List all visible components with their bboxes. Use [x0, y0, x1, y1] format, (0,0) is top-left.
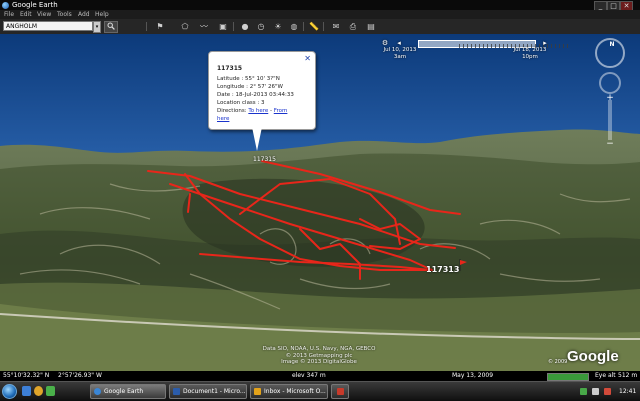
- menu-file[interactable]: File: [4, 10, 14, 19]
- add-placemark-icon[interactable]: ⚑: [155, 22, 165, 31]
- streaming-progress-fill: [548, 374, 588, 380]
- toolbar-separator: [146, 22, 147, 31]
- security-icon[interactable]: [604, 388, 611, 395]
- balloon-date: Date : 18-Jul-2013 03:44:33: [217, 92, 294, 98]
- attribution-line: Data SIO, NOAA, U.S. Navy, NGA, GEBCO: [262, 346, 376, 352]
- network-icon[interactable]: [580, 388, 587, 395]
- close-icon[interactable]: ✕: [304, 55, 311, 63]
- directions-to-here-link[interactable]: To here: [248, 108, 268, 114]
- menu-bar: File Edit View Tools Add Help: [0, 10, 640, 19]
- directions-label: Directions:: [217, 108, 247, 114]
- google-earth-icon: [94, 388, 101, 395]
- print-icon[interactable]: ⎙: [348, 22, 358, 31]
- system-tray: 12:41: [540, 382, 640, 401]
- google-logo: Google: [567, 348, 619, 365]
- taskbar-item-label: Inbox - Microsoft O...: [264, 388, 326, 395]
- balloon-location-class: Location class : 3: [217, 100, 265, 106]
- toolbar-separator: [323, 22, 324, 31]
- app-icon: [337, 388, 344, 395]
- status-elevation: elev 347 m: [292, 372, 326, 379]
- play-animation-icon[interactable]: ▸: [540, 39, 550, 47]
- ruler-icon[interactable]: 📏: [309, 22, 319, 31]
- start-button[interactable]: [2, 384, 17, 399]
- directions-from-here-link-cont[interactable]: here: [217, 116, 229, 122]
- status-eye-alt-value: 512 m: [618, 372, 638, 379]
- title-bar: Google Earth _ □ ✕: [0, 0, 640, 11]
- map-viewport[interactable]: [0, 34, 640, 371]
- menu-view[interactable]: View: [37, 10, 51, 19]
- menu-add[interactable]: Add: [78, 10, 90, 19]
- outlook-icon: [254, 388, 261, 395]
- time-start-label: Jul 10, 2013: [383, 47, 417, 53]
- balloon-title: 117315: [217, 65, 243, 72]
- window-title: Google Earth: [12, 1, 58, 9]
- balloon-directions: Directions: To here - From: [217, 108, 287, 116]
- view-in-maps-icon[interactable]: ▤: [366, 22, 376, 31]
- toolbar-separator: [303, 22, 304, 31]
- balloon-longitude: Longitude : 2° 57' 26"W: [217, 84, 283, 90]
- planets-icon[interactable]: ◍: [289, 22, 299, 31]
- directions-from-here-link[interactable]: From: [274, 108, 288, 114]
- search-icon: [107, 22, 115, 30]
- quick-launch-icon[interactable]: [22, 386, 31, 396]
- taskbar-item-label: Document1 - Micro...: [183, 388, 246, 395]
- status-longitude: 2°57'26.93" W: [58, 372, 102, 379]
- placemark-label[interactable]: 117315: [253, 156, 276, 163]
- toolbar: ANGHOLM ▾ ⚑ ⬠ 〰 ▣ ● ◷ ☀ ◍ 📏 ✉ ⎙ ▤: [0, 19, 640, 35]
- menu-help[interactable]: Help: [95, 10, 109, 19]
- add-path-icon[interactable]: 〰: [199, 22, 209, 31]
- status-latitude: 55°10'32.32" N: [3, 372, 50, 379]
- taskbar-item-label: Google Earth: [104, 388, 144, 395]
- taskbar-item-outlook[interactable]: Inbox - Microsoft O...: [250, 384, 328, 399]
- move-joystick[interactable]: [599, 72, 621, 94]
- compass-ring[interactable]: N: [595, 38, 625, 68]
- google-earth-icon: [2, 2, 9, 9]
- taskbar-item-word[interactable]: Document1 - Micro...: [169, 384, 247, 399]
- balloon-latitude: Latitude : 55° 10' 3?"N: [217, 76, 280, 82]
- add-polygon-icon[interactable]: ⬠: [180, 22, 190, 31]
- imagery-attribution: Data SIO, NOAA, U.S. Navy, NGA, GEBCO © …: [244, 346, 394, 366]
- taskbar: Google Earth Document1 - Micro... Inbox …: [0, 381, 640, 401]
- logo-copyright: © 2009: [548, 359, 568, 365]
- search-button[interactable]: [104, 21, 118, 33]
- status-imagery-date: May 13, 2009: [452, 372, 494, 379]
- status-bar: 55°10'32.32" N 2°57'26.93" W elev 347 m …: [0, 371, 640, 381]
- time-slider[interactable]: ⚙ ◂ ▸ Jul 10, 2013 3am Jul 18, 2013 10pm: [380, 38, 600, 66]
- menu-edit[interactable]: Edit: [20, 10, 32, 19]
- time-start-hour: 3am: [393, 54, 407, 60]
- attribution-line: Image © 2013 DigitalGlobe: [281, 359, 357, 365]
- toolbar-separator: [233, 22, 234, 31]
- info-balloon: ✕ 117315 Latitude : 55° 10' 3?"N Longitu…: [208, 51, 316, 130]
- word-icon: [173, 388, 180, 395]
- north-label: N: [609, 41, 615, 48]
- time-end-label: Jul 18, 2013: [513, 47, 547, 53]
- time-end-hour: 10pm: [522, 54, 538, 60]
- record-tour-icon[interactable]: ●: [240, 22, 250, 31]
- quick-launch-icon[interactable]: [34, 386, 43, 396]
- flag-icon[interactable]: [458, 259, 468, 271]
- quick-launch-icon[interactable]: [46, 386, 55, 396]
- taskbar-item-google-earth[interactable]: Google Earth: [90, 384, 166, 399]
- streaming-progress: [547, 373, 589, 381]
- terrain-view: [0, 34, 640, 371]
- menu-tools[interactable]: Tools: [57, 10, 72, 19]
- email-icon[interactable]: ✉: [331, 22, 341, 31]
- navigation-controls: N + −: [593, 38, 637, 149]
- status-eye-alt-label: Eye alt: [595, 372, 616, 379]
- historical-imagery-icon[interactable]: ◷: [256, 22, 266, 31]
- taskbar-item-app[interactable]: [331, 384, 349, 399]
- zoom-out-icon[interactable]: −: [604, 140, 616, 149]
- clock[interactable]: 12:41: [619, 382, 636, 401]
- search-input[interactable]: ANGHOLM: [3, 21, 93, 31]
- search-history-dropdown[interactable]: ▾: [93, 21, 101, 33]
- volume-icon[interactable]: [592, 388, 599, 395]
- sunlight-icon[interactable]: ☀: [273, 22, 283, 31]
- time-settings-icon[interactable]: ⚙: [380, 39, 390, 47]
- add-overlay-icon[interactable]: ▣: [218, 22, 228, 31]
- zoom-in-time-icon[interactable]: ◂: [394, 39, 404, 47]
- zoom-slider[interactable]: [608, 100, 612, 140]
- balloon-tail: [252, 127, 262, 151]
- placemark-label[interactable]: 117313: [426, 265, 459, 274]
